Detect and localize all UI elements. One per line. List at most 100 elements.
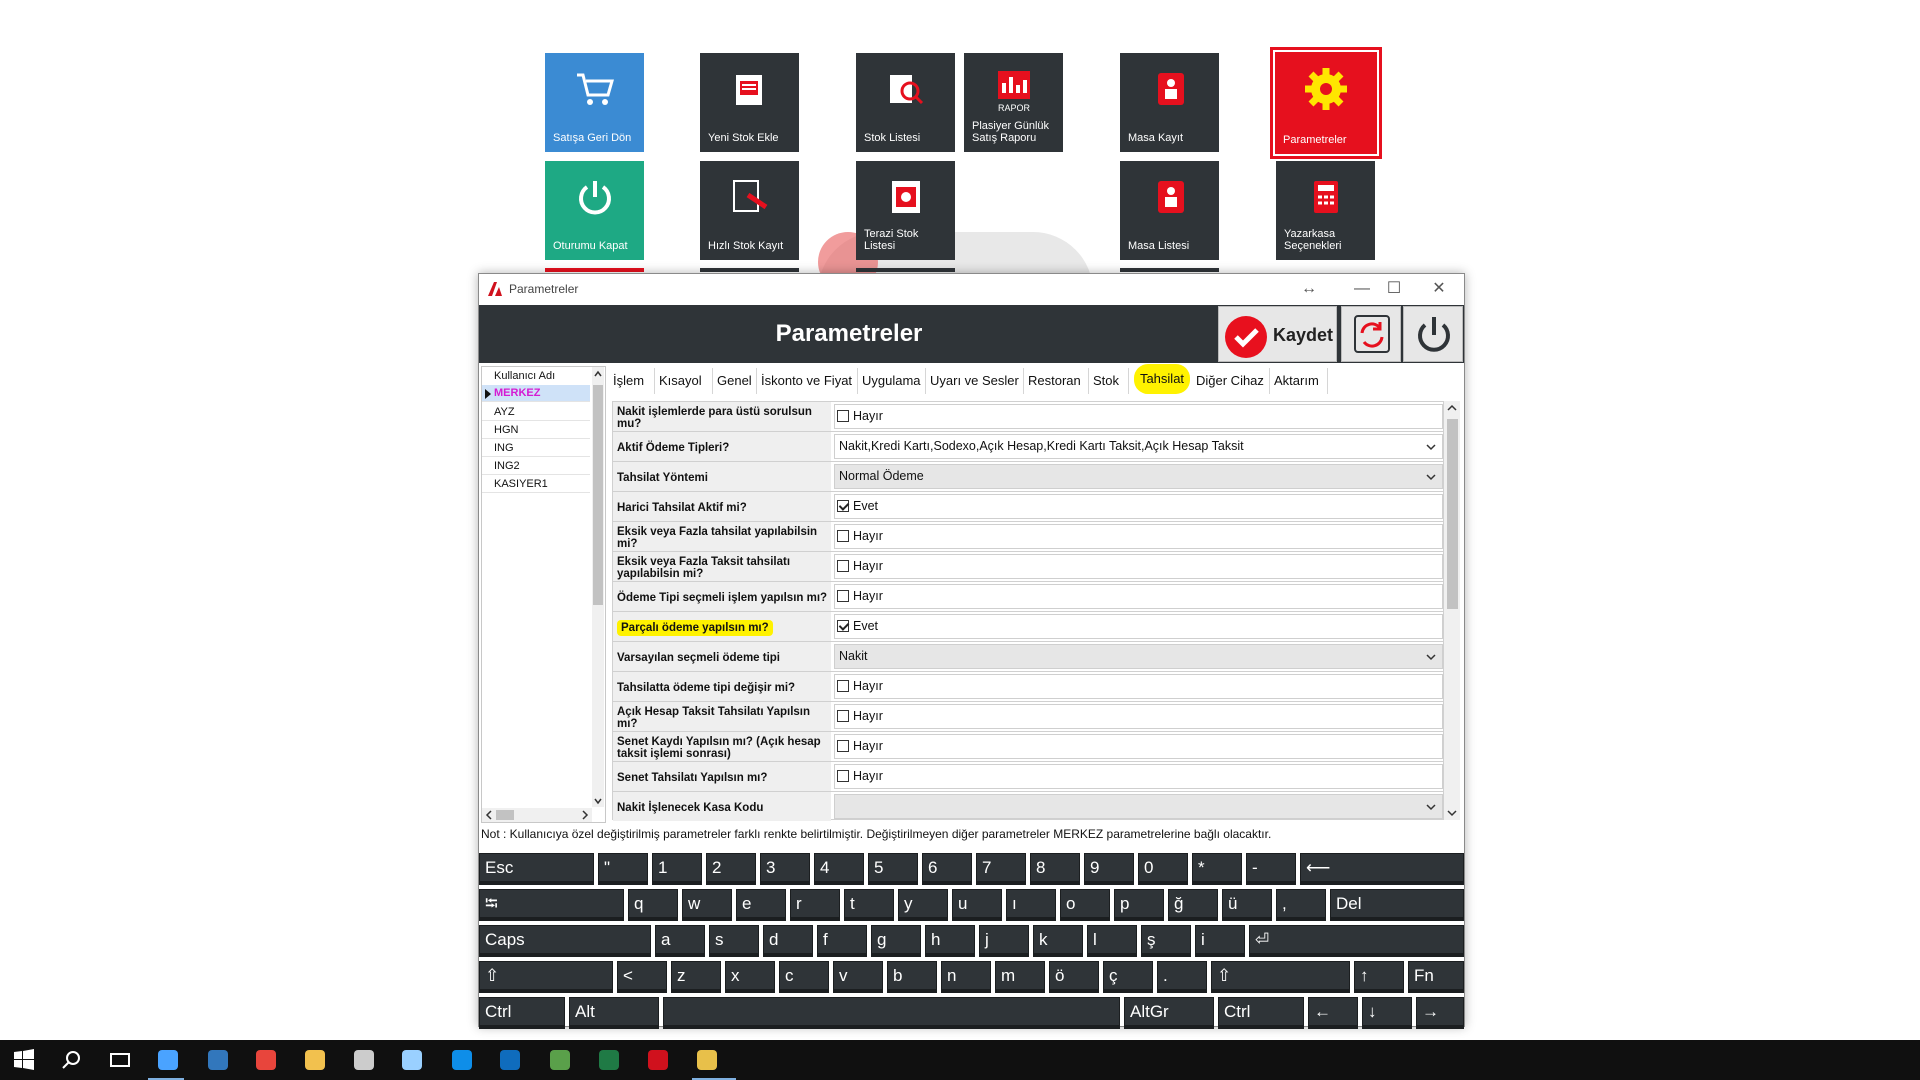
key-→[interactable]: → bbox=[1416, 997, 1464, 1029]
checkbox[interactable] bbox=[837, 560, 849, 572]
key-↑[interactable]: ↑ bbox=[1354, 961, 1404, 993]
app-notes-icon[interactable] bbox=[400, 1048, 424, 1072]
key-c[interactable]: c bbox=[779, 961, 829, 993]
key-ş[interactable]: ş bbox=[1141, 925, 1191, 957]
param-checkbox-field[interactable]: Hayır bbox=[834, 524, 1443, 549]
tab-kisayol[interactable]: Kısayol bbox=[655, 368, 713, 394]
key-altgr[interactable]: AltGr bbox=[1124, 997, 1214, 1029]
key-quote[interactable]: " bbox=[598, 853, 648, 885]
collection-method-select[interactable]: Normal Ödeme bbox=[834, 464, 1443, 489]
key-k[interactable]: k bbox=[1033, 925, 1083, 957]
key-⇧[interactable]: ⇧ bbox=[479, 961, 613, 993]
checkbox[interactable] bbox=[837, 530, 849, 542]
key-2[interactable]: 2 bbox=[706, 853, 756, 885]
scrollbar-thumb[interactable] bbox=[1447, 419, 1458, 609]
checkbox[interactable] bbox=[837, 710, 849, 722]
key-alt[interactable]: Alt bbox=[569, 997, 659, 1029]
chevron-right-icon[interactable] bbox=[580, 810, 590, 820]
key-⭾[interactable]: ⭾ bbox=[479, 889, 624, 921]
key-r[interactable]: r bbox=[790, 889, 840, 921]
param-checkbox-field[interactable]: Hayır bbox=[834, 764, 1443, 789]
task-view-icon[interactable] bbox=[108, 1048, 132, 1072]
chevron-down-icon[interactable] bbox=[1424, 650, 1438, 664]
chevron-down-icon[interactable] bbox=[1424, 800, 1438, 814]
tile-masa-kayit[interactable]: Masa Kayıt bbox=[1120, 53, 1219, 152]
title-bar[interactable]: Parametreler ↔ — ☐ ✕ bbox=[479, 274, 1464, 304]
key-fn[interactable]: Fn bbox=[1408, 961, 1464, 993]
refresh-button[interactable] bbox=[1341, 306, 1401, 362]
tile-terazi-stok-listesi[interactable]: Terazi Stok Listesi bbox=[856, 161, 955, 260]
user-list-hscrollbar[interactable] bbox=[482, 808, 592, 822]
chrome-icon[interactable] bbox=[254, 1048, 278, 1072]
param-checkbox-field[interactable]: Evet bbox=[834, 614, 1443, 639]
parameter-grid-scrollbar[interactable] bbox=[1444, 401, 1460, 820]
param-checkbox-field[interactable]: Hayır bbox=[834, 554, 1443, 579]
key-y[interactable]: y bbox=[898, 889, 948, 921]
key-ı[interactable]: ı bbox=[1006, 889, 1056, 921]
key-.[interactable]: . bbox=[1157, 961, 1207, 993]
key-caps[interactable]: Caps bbox=[479, 925, 651, 957]
app-params-icon[interactable] bbox=[646, 1048, 670, 1072]
key-x[interactable]: x bbox=[725, 961, 775, 993]
param-checkbox-field[interactable]: Evet bbox=[834, 494, 1443, 519]
key-0[interactable]: 0 bbox=[1138, 853, 1188, 885]
key-b[interactable]: b bbox=[887, 961, 937, 993]
key-j[interactable]: j bbox=[979, 925, 1029, 957]
key-del[interactable]: Del bbox=[1330, 889, 1464, 921]
key-ü[interactable]: ü bbox=[1222, 889, 1272, 921]
app-tool-icon[interactable] bbox=[352, 1048, 376, 1072]
tile-hizli-stok-kayit[interactable]: Hızlı Stok Kayıt bbox=[700, 161, 799, 260]
windows-start-icon[interactable] bbox=[12, 1048, 36, 1072]
key-d[interactable]: d bbox=[763, 925, 813, 957]
key-m[interactable]: m bbox=[995, 961, 1045, 993]
key-<[interactable]: < bbox=[617, 961, 667, 993]
checkbox[interactable] bbox=[837, 410, 849, 422]
cash-register-code-select[interactable] bbox=[834, 794, 1443, 819]
power-button[interactable] bbox=[1403, 306, 1463, 362]
user-item-kasiyer1[interactable]: KASIYER1 bbox=[482, 476, 590, 493]
key-n[interactable]: n bbox=[941, 961, 991, 993]
checkbox[interactable] bbox=[837, 680, 849, 692]
key-3[interactable]: 3 bbox=[760, 853, 810, 885]
tab-tahsilat[interactable]: Tahsilat bbox=[1134, 364, 1190, 394]
key-4[interactable]: 4 bbox=[814, 853, 864, 885]
save-button[interactable]: Kaydet bbox=[1218, 306, 1337, 362]
checkbox[interactable] bbox=[837, 740, 849, 752]
key-ctrl[interactable]: Ctrl bbox=[479, 997, 565, 1029]
checkbox[interactable] bbox=[837, 590, 849, 602]
key-ğ[interactable]: ğ bbox=[1168, 889, 1218, 921]
tile-yazarkasa-secenekleri[interactable]: Yazarkasa Seçenekleri bbox=[1276, 161, 1375, 260]
active-payment-types-select[interactable]: Nakit,Kredi Kartı,Sodexo,Açık Hesap,Kred… bbox=[834, 434, 1443, 459]
tab-aktarim[interactable]: Aktarım bbox=[1270, 368, 1328, 394]
tab-islem[interactable]: İşlem bbox=[609, 368, 655, 394]
user-item-ing2[interactable]: ING2 bbox=[482, 458, 590, 475]
close-button[interactable]: ✕ bbox=[1416, 274, 1462, 304]
checkbox[interactable] bbox=[837, 500, 849, 512]
key-7[interactable]: 7 bbox=[976, 853, 1026, 885]
notepad-icon[interactable] bbox=[548, 1048, 572, 1072]
key-⏎[interactable]: ⏎ bbox=[1249, 925, 1464, 957]
user-item-merkez[interactable]: MERKEZ bbox=[482, 385, 590, 402]
scrollbar-thumb[interactable] bbox=[593, 385, 603, 605]
key-f[interactable]: f bbox=[817, 925, 867, 957]
key-6[interactable]: 6 bbox=[922, 853, 972, 885]
tab-uygulama[interactable]: Uygulama bbox=[858, 368, 926, 394]
search-icon[interactable] bbox=[60, 1048, 84, 1072]
tile-oturumu-kapat[interactable]: Oturumu Kapat bbox=[545, 161, 644, 260]
chevron-up-icon[interactable] bbox=[1444, 401, 1460, 415]
key-8[interactable]: 8 bbox=[1030, 853, 1080, 885]
tile-masa-listesi[interactable]: Masa Listesi bbox=[1120, 161, 1219, 260]
key-o[interactable]: o bbox=[1060, 889, 1110, 921]
key-h[interactable]: h bbox=[925, 925, 975, 957]
key-minus[interactable]: - bbox=[1246, 853, 1296, 885]
chevron-down-icon[interactable] bbox=[1444, 806, 1460, 820]
edge-icon[interactable] bbox=[206, 1048, 230, 1072]
key-backspace[interactable]: ⟵ bbox=[1300, 853, 1464, 885]
param-checkbox-field[interactable]: Hayır bbox=[834, 734, 1443, 759]
key-q[interactable]: q bbox=[628, 889, 678, 921]
key-g[interactable]: g bbox=[871, 925, 921, 957]
default-payment-type-select[interactable]: Nakit bbox=[834, 644, 1443, 669]
key-p[interactable]: p bbox=[1114, 889, 1164, 921]
key-l[interactable]: l bbox=[1087, 925, 1137, 957]
app-active-icon[interactable] bbox=[695, 1048, 719, 1072]
